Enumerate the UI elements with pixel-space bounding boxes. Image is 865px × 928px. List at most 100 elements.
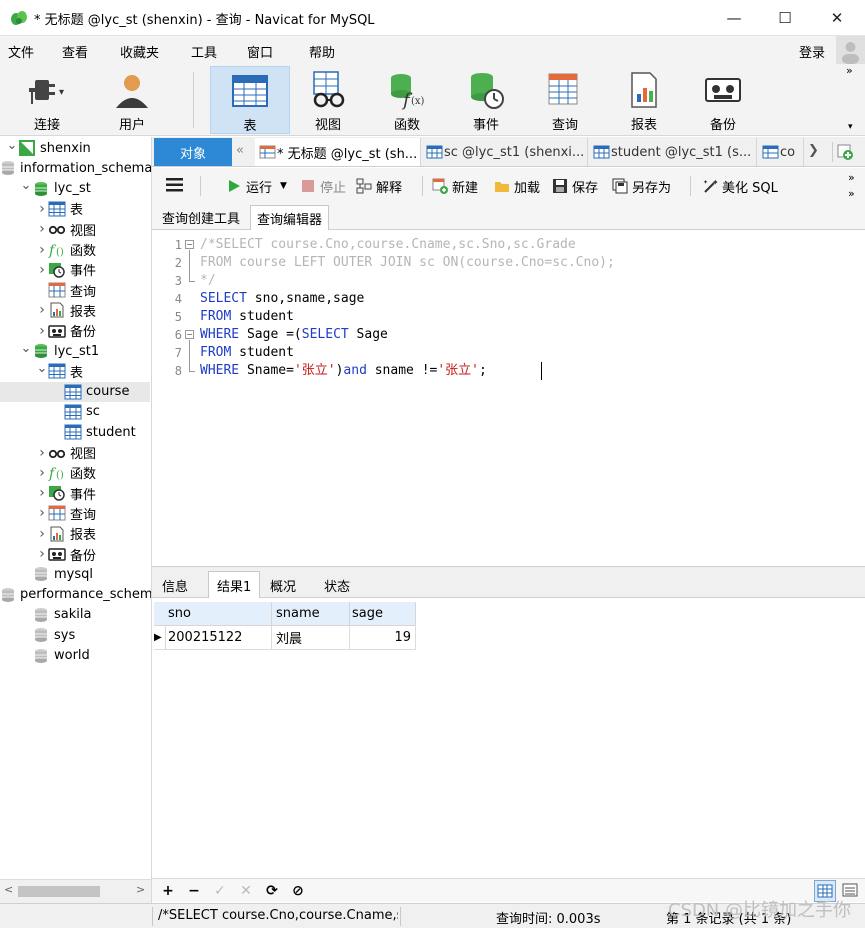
tab-sc-table[interactable]: sc @lyc_st1 (shenxi... [422, 138, 588, 166]
tree-item[interactable]: › 备份 [0, 544, 150, 564]
tree-item[interactable]: › 查询 [0, 503, 150, 523]
tab-scroll-right-icon[interactable]: ❯ [808, 143, 819, 158]
chevron-down-icon[interactable]: ⌄ [36, 361, 48, 376]
chevron-right-icon[interactable]: › [36, 505, 48, 521]
tree-item[interactable]: › 事件 [0, 260, 150, 280]
tree-item[interactable]: 查询 [0, 280, 150, 300]
tree-item[interactable]: world [0, 646, 150, 666]
toolbar-dropdown-icon[interactable]: ▾ [848, 122, 853, 132]
stop-refresh-button[interactable]: ⊘ [288, 882, 308, 900]
toolbar-connect-button[interactable]: ▾ 连接 [9, 66, 85, 134]
save-as-button[interactable]: 另存为 [612, 176, 671, 196]
column-header-sname[interactable]: sname [272, 602, 350, 626]
toolbar-view-button[interactable]: 视图 [290, 66, 366, 134]
menu-file[interactable]: 文件 [8, 42, 34, 61]
tree-item[interactable]: ⌄ lyc_st [0, 178, 150, 199]
discard-changes-button[interactable]: ✕ [236, 882, 256, 900]
save-button[interactable]: 保存 [552, 176, 598, 196]
chevron-right-icon[interactable]: › [36, 201, 48, 217]
login-link[interactable]: 登录 [799, 42, 825, 61]
tree-item[interactable]: ⌄ 表 [0, 361, 150, 381]
table-cell[interactable]: 200215122 [154, 626, 272, 650]
tree-item[interactable]: › 表 [0, 199, 150, 219]
tab-status[interactable]: 状态 [316, 571, 358, 599]
chevron-right-icon[interactable]: › [36, 242, 48, 258]
toolbar-report-button[interactable]: 报表 [606, 66, 682, 134]
load-button[interactable]: 加载 [494, 176, 540, 196]
delete-record-button[interactable]: − [184, 882, 204, 900]
tree-item[interactable]: sakila [0, 605, 150, 625]
menu-window[interactable]: 窗口 [247, 42, 273, 61]
tree-item[interactable]: › 报表 [0, 300, 150, 320]
tab-student-table[interactable]: student @lyc_st1 (s... [589, 138, 757, 166]
chevron-down-icon[interactable]: ⌄ [6, 138, 18, 153]
toolbar-overflow-icon[interactable]: » [848, 171, 855, 184]
toolbar-table-button[interactable]: 表 [210, 66, 290, 134]
tree-item[interactable]: ⌄ shenxin [0, 138, 150, 158]
new-tab-button[interactable] [832, 142, 854, 162]
tree-item[interactable]: sys [0, 625, 150, 645]
chevron-right-icon[interactable]: › [36, 546, 48, 562]
toolbar-user-button[interactable]: 用户 [94, 66, 170, 134]
tree-item[interactable]: information_schema [0, 158, 151, 178]
add-record-button[interactable]: + [158, 882, 178, 900]
menu-tools[interactable]: 工具 [191, 42, 217, 61]
beautify-sql-button[interactable]: ✦ ✦ 美化 SQL [702, 176, 778, 196]
chevron-right-icon[interactable]: › [36, 323, 48, 339]
chevron-right-icon[interactable]: › [36, 221, 48, 237]
tree-item[interactable]: student [0, 422, 150, 442]
tree-item[interactable]: ⌄ lyc_st1 [0, 341, 150, 361]
avatar[interactable] [836, 36, 865, 64]
tab-course-table[interactable]: co [758, 138, 804, 166]
menu-favorites[interactable]: 收藏夹 [120, 42, 159, 61]
tab-query-editor[interactable]: 查询编辑器 [250, 205, 330, 230]
tree-item[interactable]: sc [0, 402, 150, 422]
tab-query-builder[interactable]: 查询创建工具 [156, 205, 246, 230]
chevron-down-icon[interactable]: ▼ [280, 181, 287, 191]
run-button[interactable]: 运行 ▼ [226, 176, 287, 196]
chevron-right-icon[interactable]: › [36, 445, 48, 461]
tree-item[interactable]: › 视图 [0, 219, 150, 239]
scroll-right-icon[interactable]: > [136, 883, 145, 896]
tab-scroll-left-icon[interactable]: « [236, 143, 244, 158]
table-cell[interactable]: 刘晨 [272, 626, 350, 650]
column-header-sno[interactable]: sno [154, 602, 272, 626]
scrollbar-thumb[interactable] [18, 886, 100, 897]
chevron-right-icon[interactable]: › [36, 485, 48, 501]
tab-info[interactable]: 信息 [154, 571, 196, 599]
tree-item[interactable]: › 事件 [0, 483, 150, 503]
apply-changes-button[interactable]: ✓ [210, 882, 230, 900]
chevron-right-icon[interactable]: › [36, 465, 48, 481]
chevron-down-icon[interactable]: ⌄ [20, 178, 32, 193]
table-cell[interactable]: 19 [350, 626, 416, 650]
new-query-button[interactable]: 新建 [432, 176, 478, 196]
toolbar-event-button[interactable]: 事件 [448, 66, 524, 134]
explain-button[interactable]: 解释 [356, 176, 402, 196]
nav-horizontal-scrollbar[interactable]: < > [0, 879, 152, 903]
tree-item[interactable]: › f() 函数 [0, 240, 150, 260]
tree-item[interactable]: mysql [0, 564, 150, 584]
toolbar-overflow-icon[interactable]: » [848, 187, 855, 200]
column-header-sage[interactable]: sage [350, 602, 416, 626]
chevron-right-icon[interactable]: › [36, 526, 48, 542]
result-grid[interactable]: sno sname sage ▶ 200215122 刘晨 19 [152, 598, 865, 878]
tree-item[interactable]: performance_schema [0, 585, 151, 605]
toolbar-query-button[interactable]: 查询 [527, 66, 603, 134]
tab-untitled-query[interactable]: * 无标题 @lyc_st (sh... [255, 138, 421, 166]
sql-editor[interactable]: 1 2 3 4 5 6 7 8− − /*SELECT course.Cno,course.Cn… [152, 230, 865, 566]
tree-item[interactable]: › 报表 [0, 524, 150, 544]
tab-result1[interactable]: 结果1 [208, 571, 261, 599]
menu-help[interactable]: 帮助 [309, 42, 335, 61]
chevron-right-icon[interactable]: › [36, 302, 48, 318]
menu-view[interactable]: 查看 [62, 42, 88, 61]
scroll-left-icon[interactable]: < [4, 883, 13, 896]
tree-item[interactable]: › f() 函数 [0, 463, 150, 483]
tab-profile[interactable]: 概况 [262, 571, 304, 599]
toolbar-backup-button[interactable]: 备份 [685, 66, 761, 134]
minimize-button[interactable]: — [708, 0, 760, 36]
code-area[interactable]: /*SELECT course.Cno,course.Cname,sc.Sno,… [152, 230, 865, 566]
chevron-right-icon[interactable]: › [36, 262, 48, 278]
maximize-button[interactable]: ☐ [759, 0, 811, 36]
toolbar-function-button[interactable]: f (x) 函数 [369, 66, 445, 134]
tree-item[interactable]: › 视图 [0, 443, 150, 463]
